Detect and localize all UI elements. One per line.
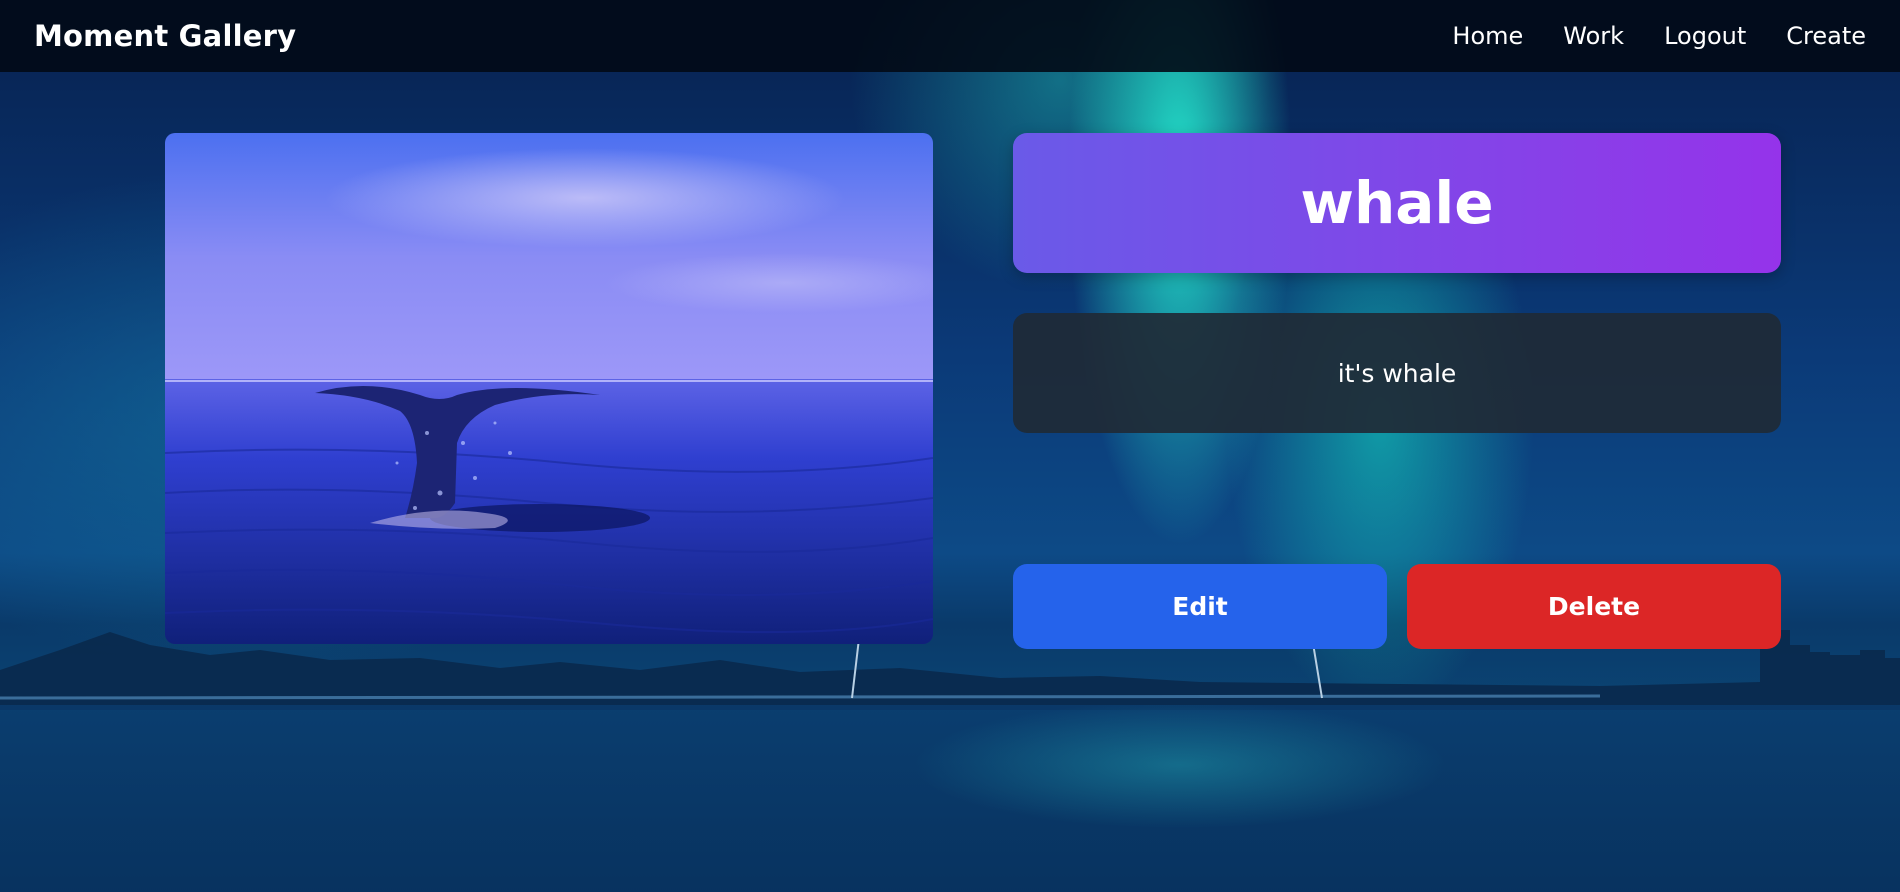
work-image — [165, 133, 933, 644]
whale-tail-image — [165, 133, 933, 644]
background-water — [0, 705, 1900, 892]
work-description: it's whale — [1337, 358, 1457, 388]
edit-button[interactable]: Edit — [1013, 564, 1387, 649]
nav-link-logout[interactable]: Logout — [1664, 22, 1746, 50]
delete-button[interactable]: Delete — [1407, 564, 1781, 649]
nav-links: Home Work Logout Create — [1452, 22, 1866, 50]
work-description-card: it's whale — [1013, 313, 1781, 433]
navbar: Moment Gallery Home Work Logout Create — [0, 0, 1900, 72]
nav-link-home[interactable]: Home — [1452, 22, 1523, 50]
brand-logo[interactable]: Moment Gallery — [34, 19, 296, 53]
nav-link-work[interactable]: Work — [1563, 22, 1624, 50]
work-title: whale — [1300, 169, 1494, 237]
nav-link-create[interactable]: Create — [1786, 22, 1866, 50]
work-title-card: whale — [1013, 133, 1781, 273]
